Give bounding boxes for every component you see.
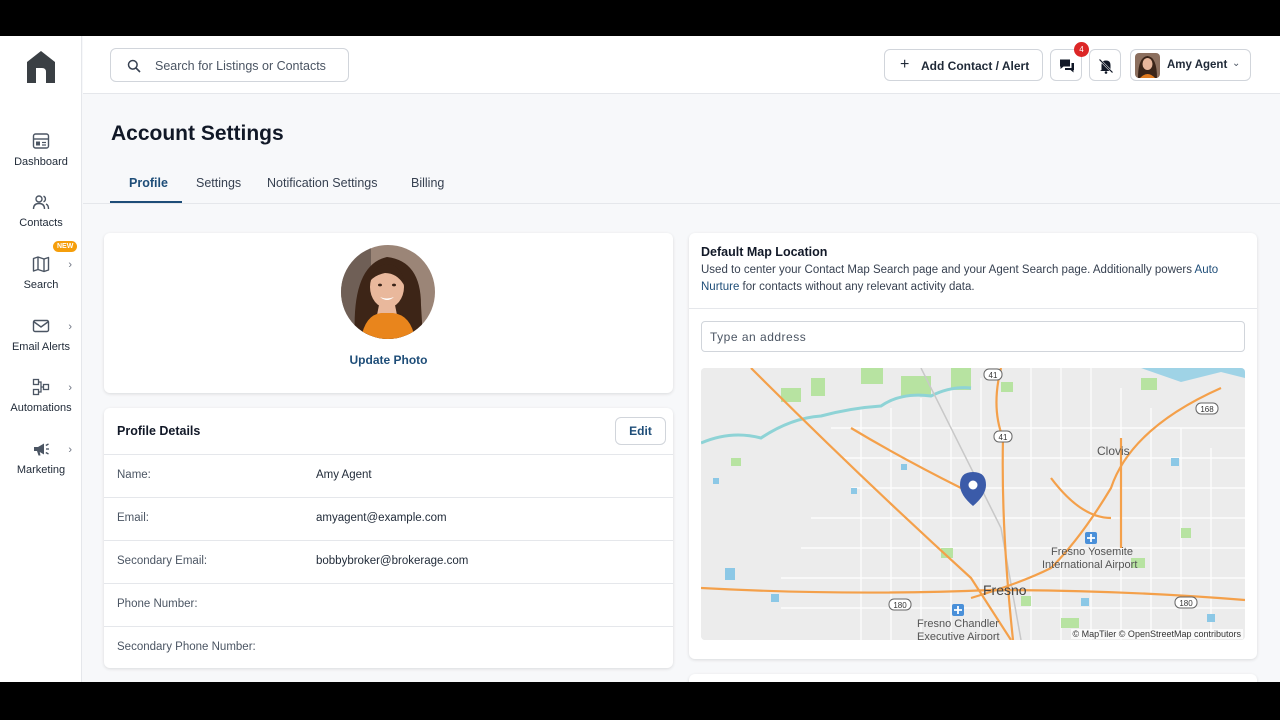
active-tab-indicator [110,201,182,203]
airport-label: International Airport [1042,559,1137,571]
tab-profile[interactable]: Profile [129,176,168,190]
chevron-right-icon: › [68,321,72,333]
sidebar-item-label: Marketing [16,464,66,476]
notifications-button[interactable] [1089,49,1121,81]
sidebar-item-label: Search [23,279,59,291]
chevron-right-icon: › [68,259,72,271]
detail-value: Amy Agent [316,469,372,481]
sidebar-item-email-alerts[interactable]: › Email Alerts [0,317,82,367]
chevron-right-icon: › [68,382,72,394]
dashboard-icon [32,133,50,149]
detail-label: Name: [117,469,151,481]
clovis-label: Clovis [1097,444,1130,458]
chevron-right-icon: › [68,444,72,456]
hwy-168-label: 168 [1200,405,1214,414]
avatar [1135,53,1160,78]
bell-off-icon [1098,58,1114,74]
airport-label: Fresno Yosemite [1051,546,1133,558]
sidebar-item-label: Email Alerts [11,341,71,353]
sidebar-item-automations[interactable]: › Automations [0,378,82,428]
sidebar-item-label: Contacts [19,217,63,229]
chevron-down-icon: ⌄ [1232,58,1241,69]
update-photo-link[interactable]: Update Photo [104,353,673,367]
mail-icon [32,319,50,333]
divider [689,308,1257,309]
profile-photo-card: Update Photo [104,233,673,393]
sidebar-item-search[interactable]: NEW › Search [0,241,82,305]
letterbox-top [0,0,1280,36]
chandler-airport-label: Executive Airport [917,631,1000,640]
automation-icon [32,378,50,396]
tab-billing[interactable]: Billing [411,176,444,190]
hwy-41-label: 41 [999,433,1008,442]
next-card-partial [689,674,1257,682]
search-box[interactable] [110,48,349,82]
sidebar-item-label: Automations [10,402,72,414]
detail-label: Email: [117,512,149,524]
new-badge: NEW [53,241,78,252]
detail-label: Phone Number: [117,598,198,610]
search-icon [127,59,141,73]
add-contact-alert-label: Add Contact / Alert [921,59,1030,73]
contacts-icon [32,195,50,210]
detail-value: bobbybroker@brokerage.com [316,555,469,567]
profile-photo[interactable] [341,245,435,339]
page-title: Account Settings [111,122,284,145]
default-map-location-card: Default Map Location Used to center your… [689,233,1257,659]
description-text: for contacts without any relevant activi… [739,281,975,293]
chandler-airport-label: Fresno Chandler [917,618,999,630]
profile-details-card: Profile Details Edit Name: Amy Agent Ema… [104,408,673,668]
letterbox-bottom [0,682,1280,720]
fresno-label: Fresno [983,582,1027,598]
tab-settings[interactable]: Settings [196,176,241,190]
hwy-180-label: 180 [893,601,907,610]
app-window: Dashboard Contacts NEW › Search › Email … [0,36,1280,682]
detail-row-phone: Phone Number: [104,583,673,626]
detail-label: Secondary Email: [117,555,208,567]
detail-label: Secondary Phone Number: [117,641,256,653]
description-text: Used to center your Contact Map Search p… [701,264,1195,276]
sidebar-item-label: Dashboard [14,156,68,168]
address-input[interactable] [701,321,1245,352]
sidebar-item-dashboard[interactable]: Dashboard [0,132,82,182]
map-location-title: Default Map Location [701,245,828,259]
user-name: Amy Agent [1167,59,1228,71]
megaphone-icon [34,443,49,456]
messages-count-badge: 4 [1074,42,1089,57]
detail-row-email: Email: amyagent@example.com [104,497,673,540]
map-attribution: © MapTiler © OpenStreetMap contributors [1070,629,1243,639]
sidebar-item-contacts[interactable]: Contacts [0,193,82,243]
user-menu-button[interactable]: Amy Agent ⌄ [1130,49,1251,81]
hwy-41-label: 41 [989,371,998,380]
sidebar-item-marketing[interactable]: › Marketing [0,440,82,490]
map-view[interactable]: 41 41 168 180 180 Clovis Fresno Yosemite… [701,368,1245,640]
detail-row-secondary-email: Secondary Email: bobbybroker@brokerage.c… [104,540,673,583]
add-contact-alert-button[interactable]: + Add Contact / Alert [884,49,1043,81]
top-header: + Add Contact / Alert 4 Amy Agent ⌄ [83,36,1280,94]
detail-row-secondary-phone: Secondary Phone Number: [104,626,673,669]
detail-value: amyagent@example.com [316,512,447,524]
sidebar: Dashboard Contacts NEW › Search › Email … [0,36,82,682]
tab-notification-settings[interactable]: Notification Settings [267,176,377,190]
search-input[interactable] [155,55,335,77]
chat-icon [1060,59,1074,73]
profile-details-title: Profile Details [117,424,201,438]
map-canvas: 41 41 168 180 180 Clovis Fresno Yosemite… [701,368,1245,640]
brand-logo-icon[interactable] [26,50,56,84]
plus-icon: + [900,56,910,73]
map-location-description: Used to center your Contact Map Search p… [701,262,1249,296]
detail-row-name: Name: Amy Agent [104,454,673,497]
settings-tabs: Profile Settings Notification Settings B… [83,166,1280,204]
map-icon [32,256,50,273]
hwy-180-label: 180 [1179,599,1193,608]
edit-button[interactable]: Edit [615,417,666,445]
